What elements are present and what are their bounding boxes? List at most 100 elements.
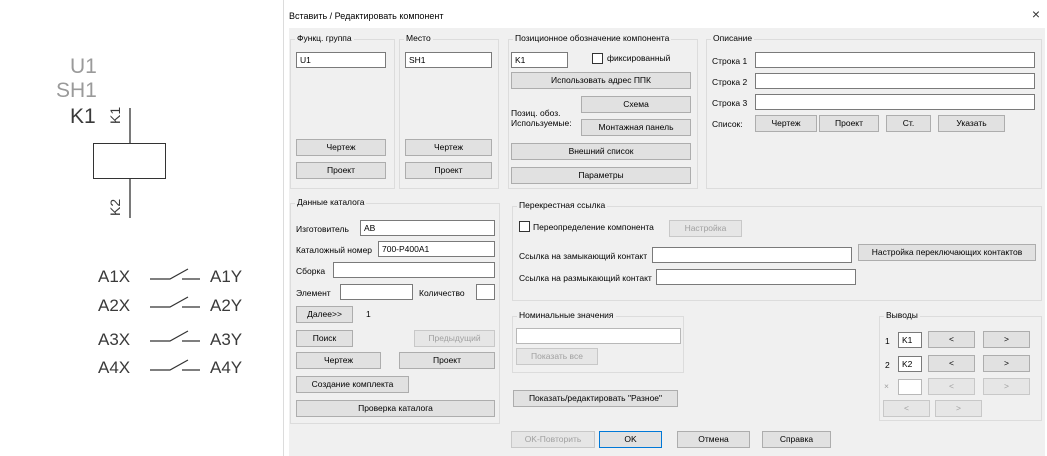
options-button[interactable]: Параметры	[511, 167, 691, 184]
pin-row3-input[interactable]	[898, 379, 922, 395]
xref-panel: Перекрестная ссылка Переопределение комп…	[512, 200, 1042, 301]
func-group-drawing-button[interactable]: Чертеж	[296, 139, 386, 156]
create-kit-button[interactable]: Создание комплекта	[296, 376, 409, 393]
override-checkbox[interactable]	[519, 221, 530, 232]
description-panel: Описание Строка 1 Строка 2 Строка 3 Спис…	[706, 33, 1042, 189]
catalog-number-input[interactable]: 700-P400A1	[378, 241, 495, 257]
count-input[interactable]	[476, 284, 495, 300]
ok-button[interactable]: OK	[599, 431, 662, 448]
catalog-drawing-button[interactable]: Чертеж	[296, 352, 381, 369]
close-icon[interactable]: ×	[1032, 6, 1040, 22]
pin-row2-prev-button[interactable]: <	[928, 355, 975, 372]
contact-right: A4Y	[210, 358, 243, 377]
no-contact-label: Ссылка на замыкающий контакт	[519, 251, 648, 261]
coil-symbol	[93, 143, 166, 179]
pin-row1-number: 1	[885, 336, 890, 346]
catalog-legend: Данные каталога	[295, 197, 367, 207]
contact-left: A1X	[98, 267, 131, 286]
help-button[interactable]: Справка	[762, 431, 831, 448]
func-group-panel: Функц. группа U1 Чертеж Проект	[290, 33, 395, 189]
manufacturer-input[interactable]: AB	[360, 220, 495, 236]
check-catalog-button[interactable]: Проверка каталога	[296, 400, 495, 417]
line3-input[interactable]	[755, 94, 1035, 110]
used-tags-label-1: Позиц. обоз.	[511, 108, 561, 118]
description-pick-button[interactable]: Указать	[938, 115, 1005, 132]
item-input[interactable]	[340, 284, 413, 300]
func-group-legend: Функц. группа	[295, 33, 354, 43]
no-contact-input[interactable]	[652, 247, 852, 263]
schema-button[interactable]: Схема	[581, 96, 691, 113]
override-label: Переопределение компонента	[533, 222, 654, 232]
fixed-label: фиксированный	[607, 53, 671, 63]
search-button[interactable]: Поиск	[296, 330, 353, 347]
xref-setup-button[interactable]: Настройка	[669, 220, 742, 237]
pin-row2-input[interactable]: K2	[898, 356, 922, 372]
ratings-input[interactable]	[516, 328, 681, 344]
pins-legend: Выводы	[884, 310, 920, 320]
external-list-button[interactable]: Внешний список	[511, 143, 691, 160]
description-project-button[interactable]: Проект	[819, 115, 879, 132]
pin-row1-input[interactable]: K1	[898, 332, 922, 348]
contact-right: A1Y	[210, 267, 243, 286]
pins-panel: Выводы 1 K1 < > 2 K2 < > × < > < >	[879, 310, 1042, 421]
ok-repeat-button[interactable]: OK-Повторить	[511, 431, 595, 448]
show-edit-misc-button[interactable]: Показать/редактировать "Разное"	[513, 390, 678, 407]
pin-row3-prev-button[interactable]: <	[928, 378, 975, 395]
location-input[interactable]: SH1	[405, 52, 492, 68]
nc-contact-input[interactable]	[656, 269, 856, 285]
switch-contacts-setup-button[interactable]: Настройка переключающих контактов	[858, 244, 1036, 261]
line1-label: Строка 1	[712, 56, 748, 66]
contact-left: A4X	[98, 358, 131, 377]
pin-row3-marker: ×	[884, 381, 889, 391]
pin-row2-next-button[interactable]: >	[983, 355, 1030, 372]
description-legend: Описание	[711, 33, 755, 43]
show-all-button[interactable]: Показать все	[516, 348, 598, 365]
pins-page-next-button[interactable]: >	[935, 400, 982, 417]
item-label: Элемент	[296, 288, 331, 298]
used-tags-label-2: Используемые:	[511, 118, 572, 128]
line3-label: Строка 3	[712, 98, 748, 108]
func-group-input[interactable]: U1	[296, 52, 386, 68]
schematic-preview: U1 SH1 K1 K1 K2 A1X A1Y A2X A2Y A3X A3Y …	[0, 0, 285, 456]
previous-button[interactable]: Предыдущий	[414, 330, 495, 347]
catalog-project-button[interactable]: Проект	[399, 352, 495, 369]
fixed-checkbox[interactable]	[592, 53, 603, 64]
func-group-project-button[interactable]: Проект	[296, 162, 386, 179]
dialog-title: Вставить / Редактировать компонент	[289, 11, 444, 21]
use-plc-address-button[interactable]: Использовать адрес ППК	[511, 72, 691, 89]
location-legend: Место	[404, 33, 433, 43]
tag-input[interactable]: K1	[511, 52, 568, 68]
insert-edit-component-dialog: Вставить / Редактировать компонент × Фун…	[283, 0, 1047, 456]
contact-right: A2Y	[210, 296, 243, 315]
description-drawing-button[interactable]: Чертеж	[755, 115, 817, 132]
line2-label: Строка 2	[712, 77, 748, 87]
pin-row1-next-button[interactable]: >	[983, 331, 1030, 348]
pins-page-prev-button[interactable]: <	[883, 400, 930, 417]
count-label: Количество	[419, 288, 465, 298]
line2-input[interactable]	[755, 73, 1035, 89]
contact-left: A2X	[98, 296, 131, 315]
cancel-button[interactable]: Отмена	[677, 431, 750, 448]
assembly-input[interactable]	[333, 262, 495, 278]
panel-button[interactable]: Монтажная панель	[581, 119, 691, 136]
schematic-lines	[129, 108, 200, 371]
manufacturer-label: Изготовитель	[296, 224, 349, 234]
title-bar: Вставить / Редактировать компонент ×	[284, 0, 1047, 28]
description-std-button[interactable]: Ст.	[886, 115, 931, 132]
ratings-panel: Номинальные значения Показать все	[512, 310, 684, 373]
tag-panel: Позиционное обозначение компонента K1 фи…	[508, 33, 698, 189]
pin-row1-prev-button[interactable]: <	[928, 331, 975, 348]
pin-row3-next-button[interactable]: >	[983, 378, 1030, 395]
location-project-button[interactable]: Проект	[405, 162, 492, 179]
line1-input[interactable]	[755, 52, 1035, 68]
catalog-number-label: Каталожный номер	[296, 245, 373, 255]
contact-left: A3X	[98, 330, 131, 349]
catalog-panel: Данные каталога Изготовитель AB Каталожн…	[290, 197, 500, 424]
next-count: 1	[366, 309, 371, 319]
nc-contact-label: Ссылка на размыкающий контакт	[519, 273, 652, 283]
dialog-client: Функц. группа U1 Чертеж Проект Место SH1…	[289, 28, 1045, 456]
list-label: Список:	[712, 119, 743, 129]
next-button[interactable]: Далее>>	[296, 306, 353, 323]
location-drawing-button[interactable]: Чертеж	[405, 139, 492, 156]
ratings-legend: Номинальные значения	[517, 310, 616, 320]
